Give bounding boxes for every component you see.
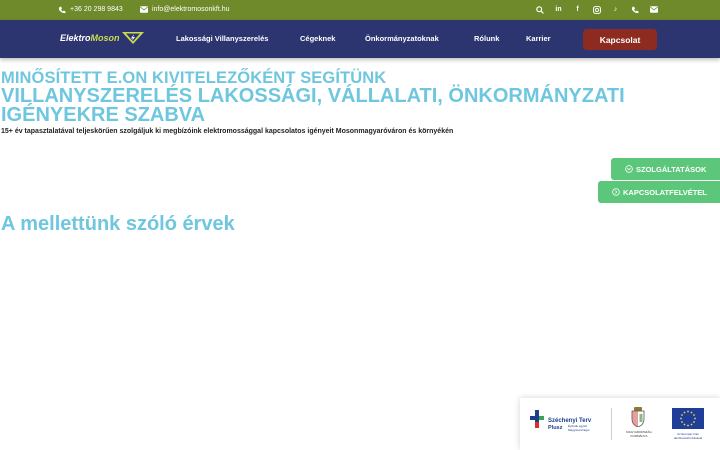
hero-subtitle: 15+ év tapasztalatával teljeskörűen szol… <box>1 128 454 135</box>
funding-divider <box>611 408 612 440</box>
nav-item-cegeknek[interactable]: Cégeknek <box>300 34 335 43</box>
hungary-crest-icon <box>631 407 645 427</box>
contact-request-button[interactable]: KAPCSOLATFELVÉTEL <box>598 181 720 203</box>
szechenyi-tagline: Építsük együtt Magyarországot <box>568 424 590 432</box>
phone-icon <box>57 5 66 14</box>
eu-label: Az Európai Unió társfinanszírozásával <box>673 432 703 440</box>
phone-icon[interactable] <box>630 4 639 15</box>
search-icon[interactable] <box>535 4 544 15</box>
linkedin-icon[interactable]: in <box>554 4 563 15</box>
chevron-right-circle-icon <box>612 188 620 196</box>
logo-text-accent: Moson <box>90 33 120 43</box>
top-phone[interactable]: +36 20 298 9843 <box>57 5 123 14</box>
services-button[interactable]: SZOLGÁLTATÁSOK <box>611 158 720 180</box>
logo-text-main: Elektro <box>60 33 91 43</box>
email-address: info@elektromosonkft.hu <box>152 6 230 13</box>
szechenyi-plus: Plusz <box>548 425 563 431</box>
nav-item-rolunk[interactable]: Rólunk <box>474 34 499 43</box>
nav-item-lakossagi[interactable]: Lakossági Villanyszerelés <box>176 34 268 43</box>
logo-text: ElektroMoson <box>60 33 120 43</box>
chevron-circle-icon <box>625 165 633 173</box>
hero-heading-line2: VILLANYSZERELÉS LAKOSSÁGI, VÁLLALATI, ÖN… <box>1 85 625 126</box>
nav-item-karrier[interactable]: Karrier <box>526 34 551 43</box>
kormany-label: MAGYARORSZÁG KORMÁNYA <box>626 430 652 438</box>
contact-button[interactable]: Kapcsolat <box>583 29 657 50</box>
eu-flag-icon <box>672 408 704 429</box>
email-icon <box>139 5 148 14</box>
szechenyi-plus-icon <box>530 410 544 428</box>
instagram-icon[interactable] <box>592 4 601 15</box>
phone-number: +36 20 298 9843 <box>70 6 123 13</box>
site-logo[interactable]: ElektroMoson <box>60 32 144 44</box>
tiktok-icon[interactable]: ♪ <box>611 4 620 15</box>
logo-mark-icon <box>121 32 144 44</box>
main-navbar: ElektroMoson Lakossági Villanyszerelés C… <box>0 20 720 58</box>
services-button-label: SZOLGÁLTATÁSOK <box>636 164 707 174</box>
top-email[interactable]: info@elektromosonkft.hu <box>139 5 230 14</box>
nav-item-onkormanyzatoknak[interactable]: Önkormányzatoknak <box>365 34 439 43</box>
social-links: in f ♪ <box>535 4 658 15</box>
top-bar: +36 20 298 9843 info@elektromosonkft.hu … <box>0 0 720 20</box>
contact-request-button-label: KAPCSOLATFELVÉTEL <box>623 187 707 197</box>
funding-logos[interactable]: Széchenyi Terv Plusz Építsük együtt Magy… <box>520 398 720 450</box>
section-title: A mellettünk szóló érvek <box>1 213 235 235</box>
facebook-icon[interactable]: f <box>573 4 582 15</box>
email-icon[interactable] <box>649 4 658 15</box>
